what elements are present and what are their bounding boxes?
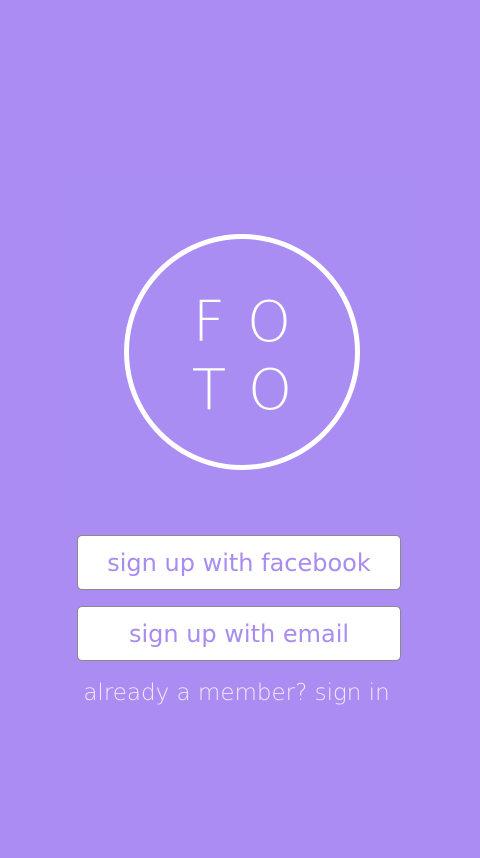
logo-text-line-2: TO <box>191 358 315 423</box>
sign-up-email-label: sign up with email <box>128 619 350 648</box>
welcome-screen: FO TO sign up with facebook sign up with… <box>0 0 480 858</box>
sign-up-facebook-button[interactable]: sign up with facebook <box>77 535 401 590</box>
sign-up-facebook-label: sign up with facebook <box>107 548 371 577</box>
logo-text-line-1: FO <box>192 290 314 355</box>
foto-logo-icon: FO TO <box>124 234 360 470</box>
sign-in-link[interactable]: already a member? sign in <box>0 676 473 710</box>
sign-up-email-button[interactable]: sign up with email <box>77 606 401 661</box>
